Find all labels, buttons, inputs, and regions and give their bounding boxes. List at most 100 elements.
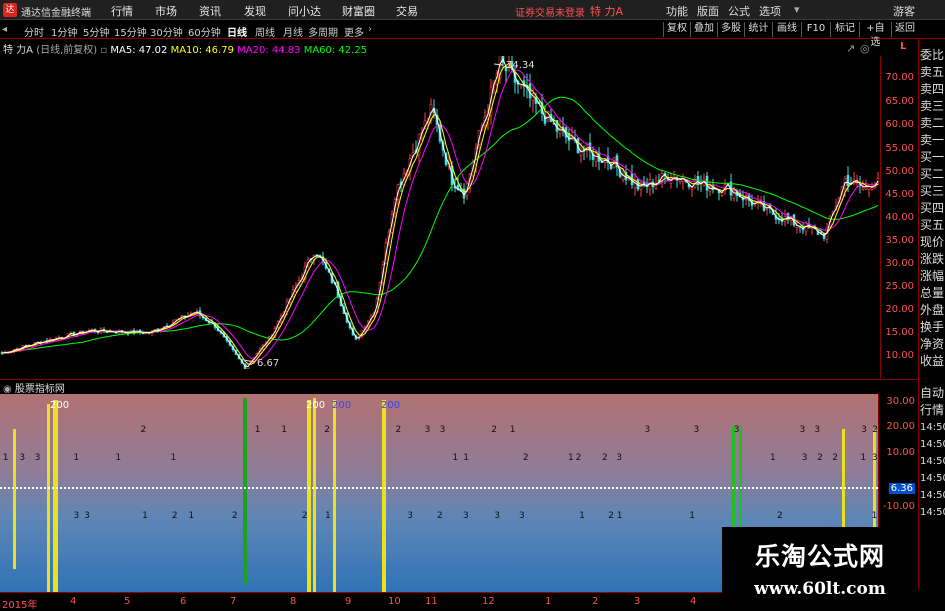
date-tick: 6 (180, 596, 187, 607)
menu-wenxiaoda[interactable]: 问小达 (288, 3, 321, 19)
indicator-bar (47, 404, 50, 592)
add-favorite-button[interactable]: +自选 (859, 22, 891, 48)
period-weekly[interactable]: 周线 (255, 24, 275, 39)
side-item[interactable]: 净资 (920, 336, 945, 353)
period-monthly[interactable]: 月线 (283, 24, 303, 39)
menu-caifuquan[interactable]: 财富圈 (342, 3, 375, 19)
menu-xuanxiang[interactable]: 选项 (759, 3, 781, 19)
candle-body (846, 175, 850, 187)
side-item[interactable]: 外盘 (920, 302, 945, 319)
menu-jiaoyi[interactable]: 交易 (396, 3, 418, 19)
side-item[interactable]: 换手 (920, 319, 945, 336)
menu-faxian[interactable]: 发现 (244, 3, 266, 19)
menu-shichang[interactable]: 市场 (155, 3, 177, 19)
period-1min[interactable]: 1分钟 (51, 24, 77, 39)
overlay-button[interactable]: 叠加 (690, 22, 717, 37)
date-tick: 3 (634, 596, 641, 607)
indicator-digit: 1 (74, 453, 80, 463)
period-more[interactable]: 更多 (344, 24, 364, 39)
menu-zixun[interactable]: 资讯 (199, 3, 221, 19)
side-item[interactable]: 委比 (920, 47, 945, 64)
login-warning[interactable]: 证券交易未登录 (515, 4, 585, 19)
candles-layer (0, 37, 880, 369)
side-item[interactable]: 现价 (920, 234, 945, 251)
app-title: 通达信金融终端 (21, 8, 91, 19)
mark-button[interactable]: 标记 (830, 22, 859, 37)
ma20-label: MA20: 44.83 (237, 45, 301, 56)
side-item[interactable]: 涨跌 (920, 251, 945, 268)
period-30min[interactable]: 30分钟 (150, 24, 183, 39)
side-item[interactable]: 总量 (920, 285, 945, 302)
indicator-digit: 3 (799, 425, 805, 435)
indicator-digit: 3 (19, 453, 25, 463)
zoom-icon[interactable]: ◎ (860, 42, 870, 55)
draw-line-button[interactable]: 画线 (772, 22, 801, 37)
more-chevron-icon[interactable]: › (368, 24, 372, 35)
statistics-button[interactable]: 统计 (744, 22, 772, 37)
side-item[interactable]: 买五 (920, 217, 945, 234)
kline-svg: 74.34 6.67 (0, 37, 880, 369)
side-item[interactable]: 收益 (920, 353, 945, 370)
side-item[interactable]: 买二 (920, 166, 945, 183)
indicator-digit: 2 (302, 511, 308, 521)
indicator-top-label: 200 (50, 400, 69, 411)
indicator-digit: 3 (494, 511, 500, 521)
side-item[interactable]: 卖五 (920, 64, 945, 81)
period-daily[interactable]: 日线 (227, 24, 247, 39)
menu-hangqing[interactable]: 行情 (111, 3, 133, 19)
period-fenshi[interactable]: 分时 (24, 24, 44, 39)
side-item[interactable]: 卖二 (920, 115, 945, 132)
back-button[interactable]: 返回 (891, 22, 918, 37)
indicator-digit: 3 (734, 425, 740, 435)
menu-gongneng[interactable]: 功能 (666, 3, 688, 19)
side-item[interactable]: 买四 (920, 200, 945, 217)
indicator-digit: 1 (510, 425, 516, 435)
price-tick: 10.00 (885, 350, 914, 361)
period-15min[interactable]: 15分钟 (114, 24, 147, 39)
watermark-title: 乐淘公式网 (754, 542, 885, 571)
indicator-digit: 2 (608, 511, 614, 521)
guest-label[interactable]: 游客 (893, 3, 915, 19)
indicator-digit: 2 (576, 453, 582, 463)
side-item[interactable]: 自动 (920, 385, 945, 402)
period-60min[interactable]: 60分钟 (188, 24, 221, 39)
time-label: 14:50 (920, 507, 945, 518)
side-item[interactable]: 卖三 (920, 98, 945, 115)
price-tick: 25.00 (885, 281, 914, 292)
kline-chart[interactable]: 74.34 6.67 (0, 37, 880, 378)
indicator-digit: 3 (407, 511, 413, 521)
side-item[interactable]: 买三 (920, 183, 945, 200)
indicator-digit: 1 (463, 453, 469, 463)
time-label: 14:50 (920, 490, 945, 501)
candle-body (861, 187, 865, 190)
expand-icon[interactable]: ↗ (846, 42, 855, 55)
side-item[interactable]: 买一 (920, 149, 945, 166)
menu-banmian[interactable]: 版面 (697, 3, 719, 19)
indicator-header: ◉ 股票指标网 (0, 380, 918, 395)
indicator-digit: 2 (602, 453, 608, 463)
multi-stock-button[interactable]: 多股 (717, 22, 744, 37)
period-5min[interactable]: 5分钟 (83, 24, 109, 39)
menu-dropdown-icon[interactable]: ▾ (794, 3, 800, 16)
candle-body (594, 152, 598, 162)
indicator-digit: 2 (437, 511, 443, 521)
indicator-digit: 1 (142, 511, 148, 521)
indicator-digit: 3 (861, 425, 867, 435)
f10-button[interactable]: F10 (801, 22, 830, 37)
menu-gongshi[interactable]: 公式 (728, 3, 750, 19)
ma5-line (1, 57, 879, 368)
indicator-digit: 3 (425, 425, 431, 435)
side-item[interactable]: 涨幅 (920, 268, 945, 285)
indicator-digit: 1 (3, 453, 9, 463)
side-item[interactable]: 卖一 (920, 132, 945, 149)
toolbar-left-arrow-icon[interactable]: ◂ (2, 24, 7, 35)
side-item[interactable]: 卖四 (920, 81, 945, 98)
side-item[interactable]: 行情 (920, 402, 945, 419)
quote-side-panel: 委比 卖五 卖四 卖三 卖二 卖一 买一 买二 买三 买四 买五 现价 涨跌 涨… (919, 39, 945, 589)
period-multi[interactable]: 多周期 (308, 24, 338, 39)
indicator-digit: 3 (440, 425, 446, 435)
indicator-digit: 1 (689, 511, 695, 521)
settings-small-icon[interactable]: ▫ (100, 45, 107, 56)
indicator-digit: 2 (817, 453, 823, 463)
restore-rights-button[interactable]: 复权 (663, 22, 690, 37)
